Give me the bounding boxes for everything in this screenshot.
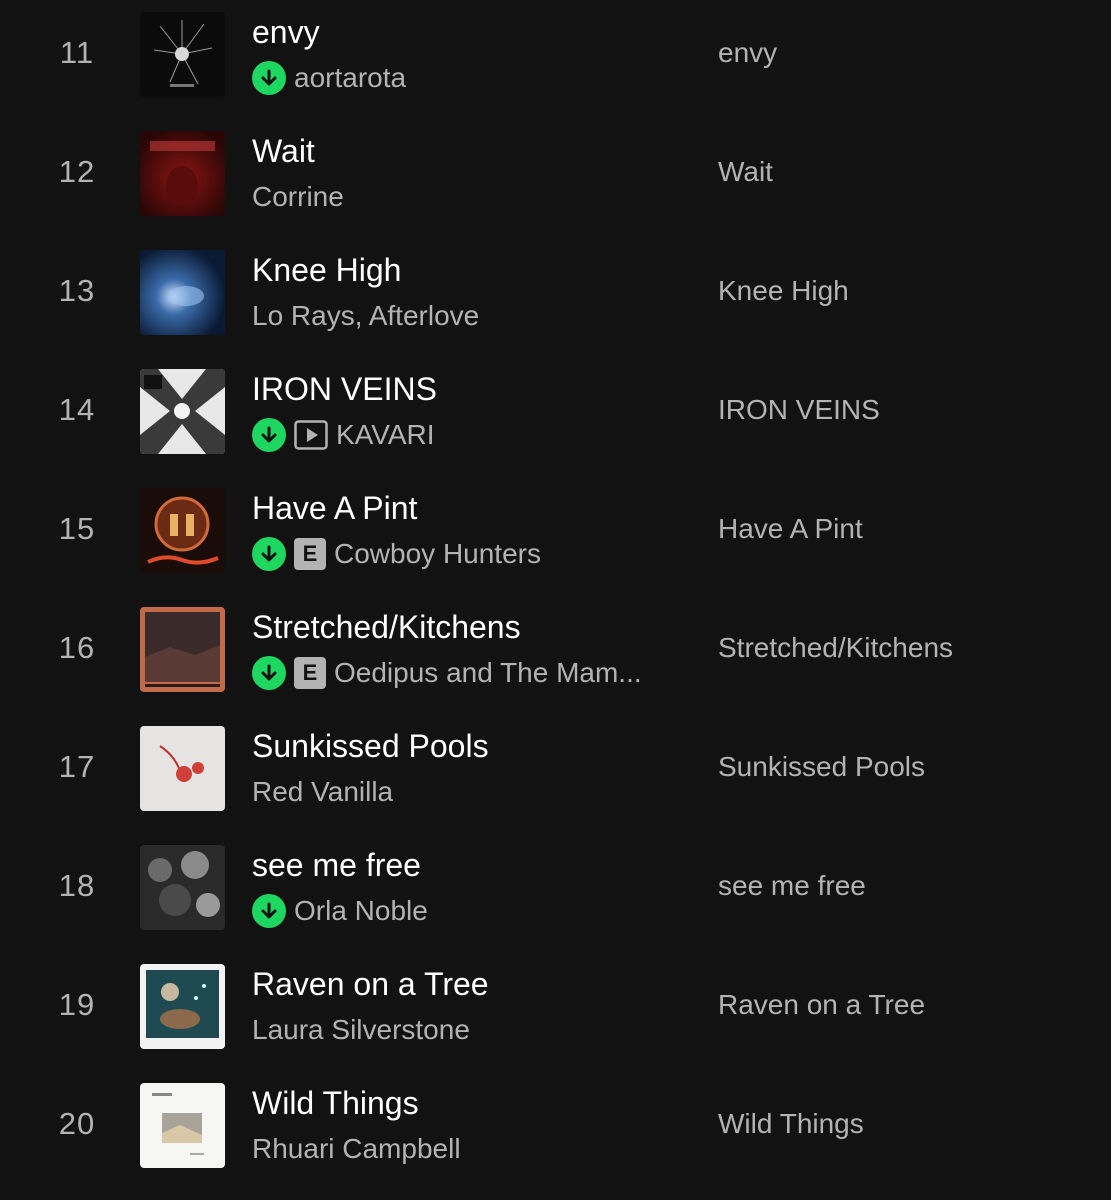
track-meta: Laura Silverstone xyxy=(252,1011,470,1049)
track-row[interactable]: 19 Raven on a Tree Laura Silverstone Rav… xyxy=(0,952,1111,1071)
album-cover[interactable] xyxy=(140,250,225,335)
track-row[interactable]: 11 envy aortarota envy xyxy=(0,0,1111,119)
track-row[interactable]: 14 IRON VEINS KAVARI IRON VEINS xyxy=(0,357,1111,476)
track-number: 16 xyxy=(58,630,96,665)
track-meta: Lo Rays, Afterlove xyxy=(252,297,479,335)
track-meta: Rhuari Campbell xyxy=(252,1130,461,1168)
track-title[interactable]: see me free xyxy=(252,847,421,884)
track-album[interactable]: envy xyxy=(718,37,777,69)
album-cover[interactable] xyxy=(140,369,225,454)
track-title[interactable]: Knee High xyxy=(252,252,401,289)
track-number: 13 xyxy=(58,273,96,308)
track-number: 20 xyxy=(58,1106,96,1141)
track-artist[interactable]: Corrine xyxy=(252,181,344,213)
track-number: 17 xyxy=(58,749,96,784)
track-artist[interactable]: Laura Silverstone xyxy=(252,1014,470,1046)
track-title[interactable]: envy xyxy=(252,14,320,51)
album-cover[interactable] xyxy=(140,131,225,216)
album-cover[interactable] xyxy=(140,845,225,930)
track-artist[interactable]: Lo Rays, Afterlove xyxy=(252,300,479,332)
track-artist[interactable]: Cowboy Hunters xyxy=(334,538,541,570)
track-artist[interactable]: Red Vanilla xyxy=(252,776,393,808)
album-cover[interactable] xyxy=(140,1083,225,1168)
track-row[interactable]: 15 Have A Pint E Cowboy Hunters Have A P… xyxy=(0,476,1111,595)
track-album[interactable]: Wild Things xyxy=(718,1108,864,1140)
track-row[interactable]: 18 see me free Orla Noble see me free xyxy=(0,833,1111,952)
track-meta: Orla Noble xyxy=(252,892,428,930)
track-row[interactable]: 16 Stretched/Kitchens E Oedipus and The … xyxy=(0,595,1111,714)
track-row[interactable]: 13 Knee High Lo Rays, Afterlove Knee Hig… xyxy=(0,238,1111,357)
album-cover[interactable] xyxy=(140,964,225,1049)
track-album[interactable]: Sunkissed Pools xyxy=(718,751,925,783)
track-artist[interactable]: aortarota xyxy=(294,62,406,94)
album-cover[interactable] xyxy=(140,12,225,97)
track-album[interactable]: Raven on a Tree xyxy=(718,989,925,1021)
track-title[interactable]: Stretched/Kitchens xyxy=(252,609,521,646)
track-title[interactable]: Raven on a Tree xyxy=(252,966,489,1003)
track-title[interactable]: Wait xyxy=(252,133,315,170)
track-meta: Red Vanilla xyxy=(252,773,393,811)
track-list: 11 envy aortarota envy 12 Wait Corrine W… xyxy=(0,0,1111,1200)
track-meta: aortarota xyxy=(252,59,406,97)
track-number: 19 xyxy=(58,987,96,1022)
video-icon xyxy=(294,420,328,450)
album-cover[interactable] xyxy=(140,488,225,573)
track-album[interactable]: Have A Pint xyxy=(718,513,863,545)
track-number: 11 xyxy=(59,35,95,70)
track-row[interactable]: 17 Sunkissed Pools Red Vanilla Sunkissed… xyxy=(0,714,1111,833)
downloaded-icon xyxy=(252,418,286,452)
album-cover[interactable] xyxy=(140,607,225,692)
track-row[interactable]: 20 Wild Things Rhuari Campbell Wild Thin… xyxy=(0,1071,1111,1190)
track-artist[interactable]: KAVARI xyxy=(336,419,435,451)
track-title[interactable]: Wild Things xyxy=(252,1085,419,1122)
track-artist[interactable]: Orla Noble xyxy=(294,895,428,927)
downloaded-icon xyxy=(252,656,286,690)
track-album[interactable]: see me free xyxy=(718,870,866,902)
track-artist[interactable]: Oedipus and The Mam... xyxy=(334,657,642,689)
track-meta: E Oedipus and The Mam... xyxy=(252,654,642,692)
track-album[interactable]: Knee High xyxy=(718,275,849,307)
track-album[interactable]: IRON VEINS xyxy=(718,394,880,426)
track-number: 18 xyxy=(58,868,96,903)
track-album[interactable]: Wait xyxy=(718,156,773,188)
track-title[interactable]: Have A Pint xyxy=(252,490,417,527)
track-number: 15 xyxy=(58,511,96,546)
track-meta: KAVARI xyxy=(252,416,435,454)
track-title[interactable]: IRON VEINS xyxy=(252,371,437,408)
track-artist[interactable]: Rhuari Campbell xyxy=(252,1133,461,1165)
downloaded-icon xyxy=(252,894,286,928)
track-title[interactable]: Sunkissed Pools xyxy=(252,728,489,765)
explicit-badge: E xyxy=(294,538,326,570)
track-meta: E Cowboy Hunters xyxy=(252,535,541,573)
track-number: 14 xyxy=(58,392,96,427)
track-number: 12 xyxy=(58,154,96,189)
album-cover[interactable] xyxy=(140,726,225,811)
downloaded-icon xyxy=(252,61,286,95)
track-meta: Corrine xyxy=(252,178,344,216)
downloaded-icon xyxy=(252,537,286,571)
track-row[interactable]: 12 Wait Corrine Wait xyxy=(0,119,1111,238)
explicit-badge: E xyxy=(294,657,326,689)
track-album[interactable]: Stretched/Kitchens xyxy=(718,632,953,664)
